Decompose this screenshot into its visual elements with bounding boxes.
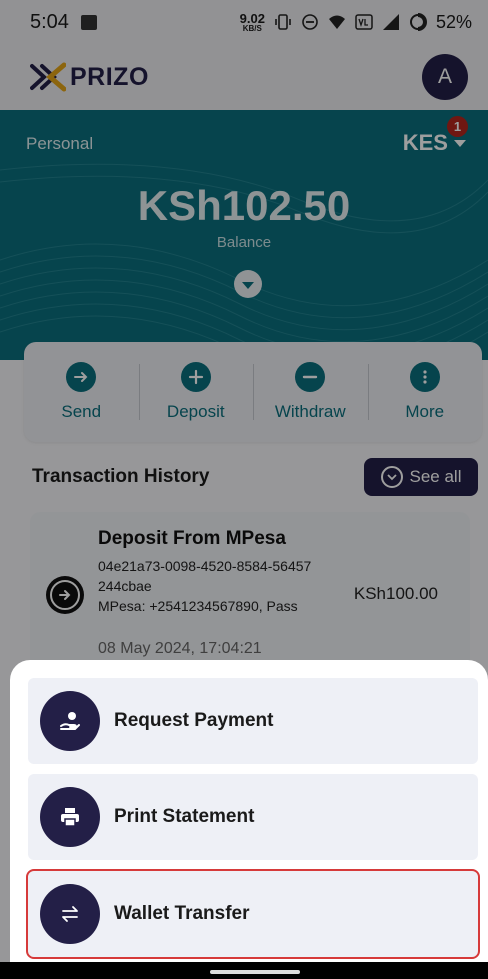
hand-coin-icon — [40, 691, 100, 751]
print-statement-label: Print Statement — [114, 806, 255, 827]
wallet-transfer-option[interactable]: Wallet Transfer — [26, 869, 480, 959]
swap-arrows-icon — [40, 884, 100, 944]
print-statement-option[interactable]: Print Statement — [28, 774, 478, 860]
more-options-sheet: Request Payment Print Statement Wallet T… — [10, 660, 488, 962]
request-payment-option[interactable]: Request Payment — [28, 678, 478, 764]
printer-icon — [40, 787, 100, 847]
app-screen: 5:04 9.02 KB/S 52% PRIZO A Personal KES … — [0, 0, 488, 979]
request-payment-label: Request Payment — [114, 710, 274, 731]
home-gesture-bar[interactable] — [210, 970, 300, 974]
wallet-transfer-label: Wallet Transfer — [114, 903, 250, 924]
